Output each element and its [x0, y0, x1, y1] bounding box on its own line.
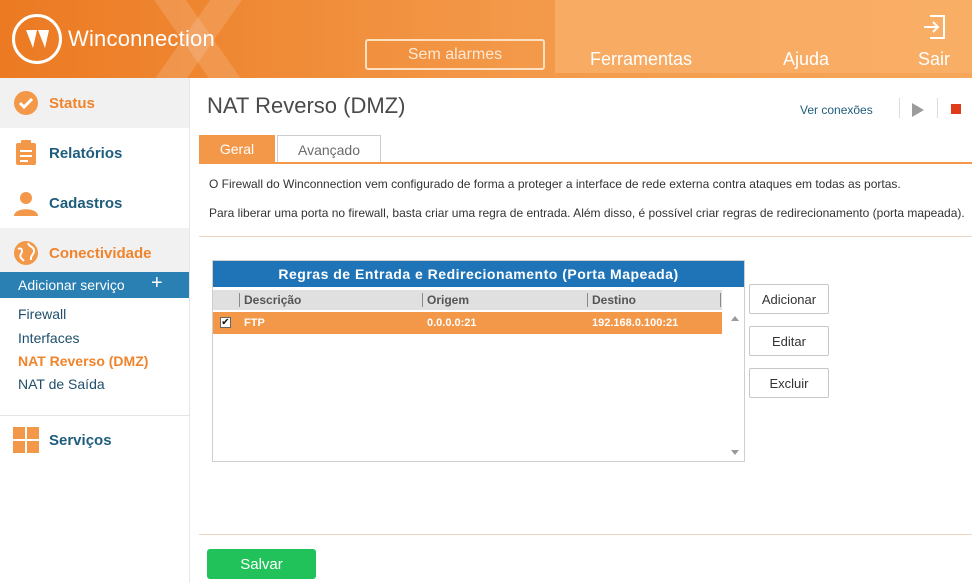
- tab-underline: [199, 162, 972, 164]
- footer-divider: [199, 534, 972, 535]
- sidebar-subitem-nat-reverso[interactable]: NAT Reverso (DMZ): [18, 353, 148, 369]
- column-header-destination[interactable]: Destino: [592, 293, 636, 307]
- description-text: O Firewall do Winconnection vem configur…: [209, 177, 901, 191]
- delete-button[interactable]: Excluir: [749, 368, 829, 398]
- sidebar: Status Relatórios Cadastros Conectividad…: [0, 78, 190, 583]
- sidebar-item-reports[interactable]: Relatórios: [0, 128, 189, 178]
- rules-grid: Regras de Entrada e Redirecionamento (Po…: [212, 260, 745, 462]
- scroll-up-icon[interactable]: [731, 316, 739, 321]
- section-divider: [199, 236, 972, 237]
- column-header-description[interactable]: Descrição: [244, 293, 301, 307]
- logo-icon: [12, 14, 62, 64]
- grid-icon: [13, 427, 39, 453]
- sidebar-item-label: Conectividade: [49, 244, 152, 262]
- sidebar-item-registrations[interactable]: Cadastros: [0, 178, 189, 228]
- cell-destination: 192.168.0.100:21: [592, 317, 679, 329]
- row-checkbox[interactable]: ✔: [220, 317, 231, 328]
- nav-help[interactable]: Ajuda: [783, 49, 829, 70]
- table-row[interactable]: ✔ FTP 0.0.0.0:21 192.168.0.100:21: [213, 312, 722, 334]
- column-separator: [239, 293, 240, 307]
- brand-name: Winconnection: [68, 26, 215, 51]
- save-button[interactable]: Salvar: [207, 549, 316, 579]
- page-title: NAT Reverso (DMZ): [207, 93, 406, 118]
- grid-header: Descrição Origem Destino: [213, 290, 722, 310]
- scroll-down-icon[interactable]: [731, 450, 739, 455]
- column-separator: [422, 293, 423, 307]
- add-button[interactable]: Adicionar: [749, 284, 829, 314]
- sidebar-item-label: Cadastros: [49, 194, 123, 212]
- globe-icon: [14, 241, 38, 265]
- cell-description: FTP: [244, 317, 265, 329]
- cell-origin: 0.0.0.0:21: [427, 317, 477, 329]
- grid-title: Regras de Entrada e Redirecionamento (Po…: [213, 261, 744, 287]
- add-service-button[interactable]: Adicionar serviço +: [0, 272, 189, 298]
- alarm-status[interactable]: Sem alarmes: [365, 39, 545, 70]
- play-icon[interactable]: [912, 103, 924, 117]
- sidebar-subitem-firewall[interactable]: Firewall: [18, 306, 66, 322]
- toolbar-divider: [899, 98, 900, 118]
- sidebar-subitem-nat-saida[interactable]: NAT de Saída: [18, 376, 105, 392]
- sidebar-item-services[interactable]: Serviços: [0, 415, 189, 465]
- add-service-label: Adicionar serviço: [18, 277, 125, 293]
- column-separator: [587, 293, 588, 307]
- view-connections-link[interactable]: Ver conexões: [800, 103, 873, 117]
- sidebar-item-status[interactable]: Status: [0, 78, 189, 128]
- description-text: Para liberar uma porta no firewall, bast…: [209, 206, 965, 220]
- column-separator: [720, 293, 721, 307]
- plus-icon: +: [151, 272, 163, 294]
- sidebar-subitem-interfaces[interactable]: Interfaces: [18, 330, 79, 346]
- edit-button[interactable]: Editar: [749, 326, 829, 356]
- app-header: Winconnection Sem alarmes Ferramentas Aj…: [0, 0, 972, 78]
- tab-avancado[interactable]: Avançado: [277, 135, 381, 163]
- sidebar-item-connectivity[interactable]: Conectividade: [0, 228, 189, 278]
- brand-logo[interactable]: Winconnection: [12, 14, 215, 64]
- check-circle-icon: [14, 91, 38, 115]
- user-icon: [14, 192, 38, 216]
- clipboard-icon: [16, 140, 36, 165]
- column-header-origin[interactable]: Origem: [427, 293, 469, 307]
- sidebar-item-label: Serviços: [49, 431, 112, 449]
- nav-tools[interactable]: Ferramentas: [590, 49, 692, 70]
- nav-exit[interactable]: Sair: [918, 49, 950, 70]
- exit-icon[interactable]: [921, 14, 947, 40]
- tab-geral[interactable]: Geral: [199, 135, 275, 163]
- toolbar-divider: [937, 98, 938, 118]
- stop-icon[interactable]: [951, 104, 961, 114]
- grid-scrollbar[interactable]: [726, 312, 743, 460]
- sidebar-item-label: Relatórios: [49, 144, 123, 162]
- sidebar-item-label: Status: [49, 94, 95, 112]
